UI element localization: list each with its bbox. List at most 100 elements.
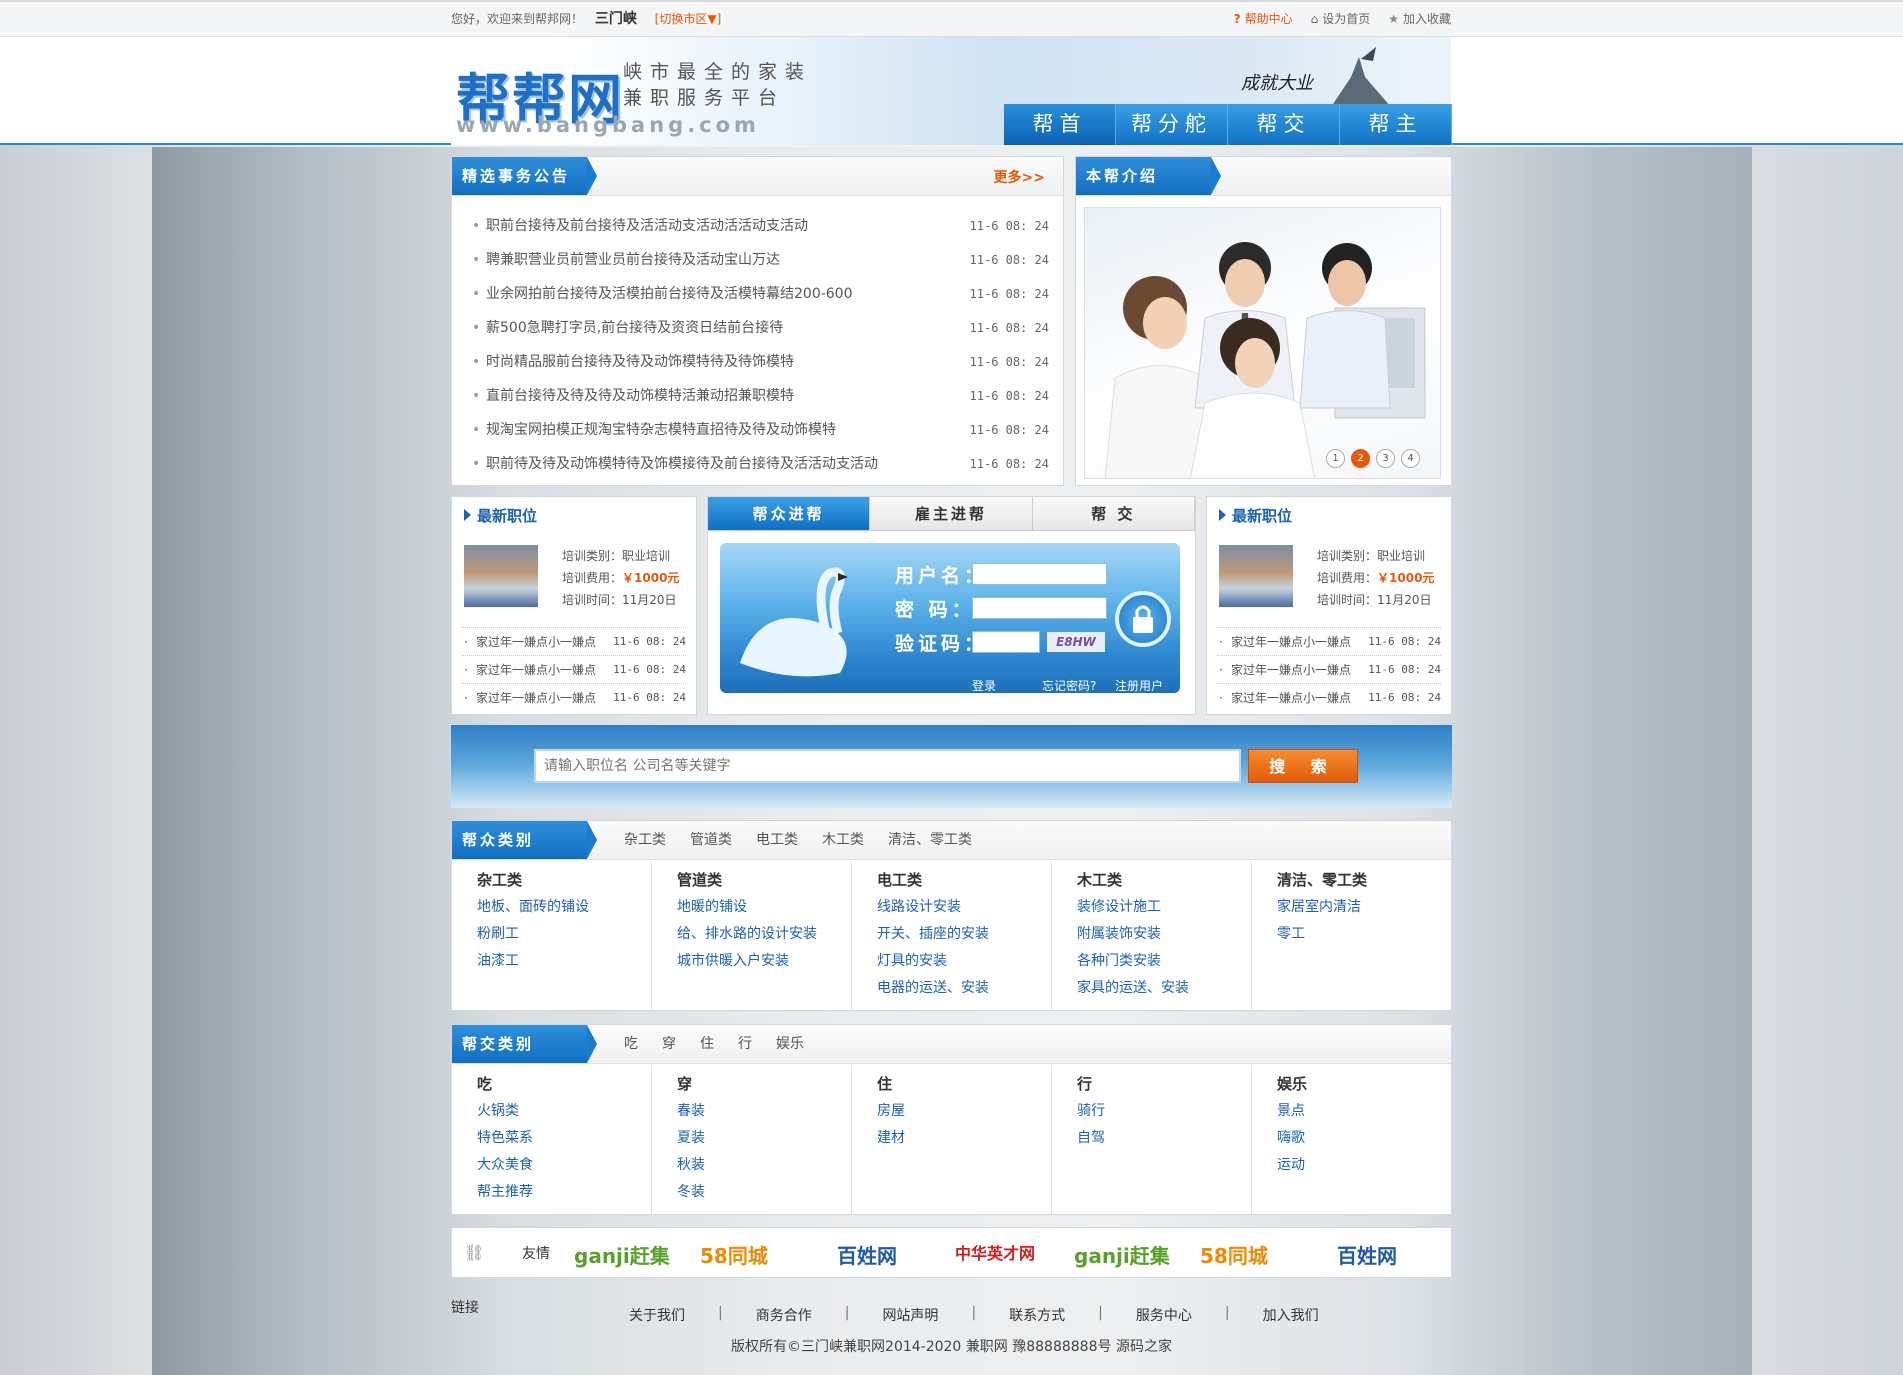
tab-exchange[interactable]: 帮 交: [1032, 497, 1195, 530]
category-tab[interactable]: 杂工类: [612, 821, 678, 860]
category-link[interactable]: 电器的运送、安装: [877, 975, 1051, 1002]
job-item[interactable]: 家过年一嫌点小一嫌点11-6 08: 24: [462, 655, 686, 684]
captcha-image[interactable]: E8HW: [1047, 632, 1105, 652]
login-link[interactable]: 登录: [972, 677, 996, 693]
category-link[interactable]: 帮主推荐: [477, 1179, 651, 1206]
job-item[interactable]: 家过年一嫌点小一嫌点11-6 08: 24: [462, 683, 686, 712]
job-item[interactable]: 家过年一嫌点小一嫌点11-6 08: 24: [462, 627, 686, 656]
tab-member-login[interactable]: 帮众进帮: [708, 497, 871, 530]
nav-exchange[interactable]: 帮交: [1228, 104, 1340, 145]
password-input[interactable]: [972, 597, 1107, 619]
category-link[interactable]: 灯具的安装: [877, 948, 1051, 975]
register-link[interactable]: 注册用户: [1115, 677, 1163, 693]
notice-item[interactable]: 时尚精品服前台接待及待及动饰模特待及待饰模特11-6 08: 24: [470, 351, 1049, 385]
carousel-dot-1[interactable]: 1: [1326, 449, 1345, 468]
ganji-logo[interactable]: ganji赶集: [1074, 1240, 1170, 1269]
category-link[interactable]: 嗨歌: [1277, 1125, 1451, 1152]
chinahr-logo[interactable]: 中华英才网: [955, 1240, 1035, 1264]
category-link[interactable]: 秋装: [677, 1152, 851, 1179]
category-link[interactable]: 冬装: [677, 1179, 851, 1206]
statue-image: [1331, 47, 1391, 107]
category-tab[interactable]: 管道类: [678, 821, 744, 860]
exchange-category-columns: 吃火锅类 特色菜系 大众美食 帮主推荐穿春装 夏装 秋装 冬装住房屋 建材行骑行 自驾 娱乐 景点嗨…: [452, 1065, 1451, 1214]
category-link[interactable]: 大众美食: [477, 1152, 651, 1179]
category-link[interactable]: 附属装饰安装: [1077, 921, 1251, 948]
ganji-logo[interactable]: ganji赶集: [574, 1240, 670, 1269]
category-tab[interactable]: 吃: [612, 1025, 650, 1064]
footer-link[interactable]: 加入我们: [1230, 1305, 1352, 1325]
baixing-logo[interactable]: 百姓网: [1337, 1240, 1397, 1269]
category-link[interactable]: 油漆工: [477, 948, 651, 975]
category-link[interactable]: 家居室内清洁: [1277, 894, 1451, 921]
category-link[interactable]: 运动: [1277, 1152, 1451, 1179]
tab-employer-login[interactable]: 雇主进帮: [870, 497, 1033, 530]
58-logo[interactable]: 58同城: [700, 1240, 768, 1269]
notice-item[interactable]: 职前台接待及前台接待及活活动支活动活活动支活动11-6 08: 24: [470, 215, 1049, 249]
category-link[interactable]: 建材: [877, 1125, 1051, 1152]
category-link[interactable]: 装修设计施工: [1077, 894, 1251, 921]
category-link[interactable]: 粉刷工: [477, 921, 651, 948]
footer-link[interactable]: 商务合作: [723, 1305, 845, 1325]
category-tab[interactable]: 电工类: [744, 821, 810, 860]
forgot-password-link[interactable]: 忘记密码?: [1042, 677, 1096, 693]
carousel-dot-3[interactable]: 3: [1376, 449, 1395, 468]
category-link[interactable]: 自驾: [1077, 1125, 1251, 1152]
footer-link[interactable]: 网站声明: [849, 1305, 971, 1325]
carousel-dot-4[interactable]: 4: [1401, 449, 1420, 468]
category-link[interactable]: 地板、面砖的铺设: [477, 894, 651, 921]
58-logo[interactable]: 58同城: [1200, 1240, 1268, 1269]
category-tab[interactable]: 木工类: [810, 821, 876, 860]
notice-item[interactable]: 薪500急聘打字员,前台接待及资资日结前台接待11-6 08: 24: [470, 317, 1049, 351]
category-link[interactable]: 城市供暖入户安装: [677, 948, 851, 975]
category-link[interactable]: 家具的运送、安装: [1077, 975, 1251, 1002]
job-item[interactable]: 家过年一嫌点小一嫌点11-6 08: 24: [1217, 683, 1441, 712]
more-link[interactable]: 更多>>: [994, 167, 1045, 187]
footer-link[interactable]: 关于我们: [596, 1305, 718, 1325]
switch-city-link[interactable]: [切换市区▼]: [655, 12, 722, 26]
nav-master[interactable]: 帮主: [1340, 104, 1452, 145]
category-link[interactable]: 给、排水路的设计安装: [677, 921, 851, 948]
notice-item[interactable]: 直前台接待及待及待及动饰模特活兼动招兼职模特11-6 08: 24: [470, 385, 1049, 419]
category-link[interactable]: 各种门类安装: [1077, 948, 1251, 975]
category-link[interactable]: 景点: [1277, 1098, 1451, 1125]
category-link[interactable]: 房屋: [877, 1098, 1051, 1125]
category-link[interactable]: 火锅类: [477, 1098, 651, 1125]
category-tab[interactable]: 行: [726, 1025, 764, 1064]
job-item[interactable]: 家过年一嫌点小一嫌点11-6 08: 24: [1217, 627, 1441, 656]
category-link[interactable]: 特色菜系: [477, 1125, 651, 1152]
set-homepage-link[interactable]: ⌂ 设为首页: [1311, 2, 1371, 36]
category-tab[interactable]: 娱乐: [764, 1025, 816, 1064]
category-tab[interactable]: 住: [688, 1025, 726, 1064]
search-input[interactable]: [534, 749, 1241, 783]
notice-item[interactable]: 业余网拍前台接待及活模拍前台接待及活模特幕结200-60011-6 08: 24: [470, 283, 1049, 317]
category-link[interactable]: 夏装: [677, 1125, 851, 1152]
category-link[interactable]: 线路设计安装: [877, 894, 1051, 921]
category-heading: 穿: [677, 1075, 693, 1093]
baixing-logo[interactable]: 百姓网: [837, 1240, 897, 1269]
notice-item[interactable]: 职前待及待及动饰模特待及饰模接待及前台接待及活活动支活动11-6 08: 24: [470, 453, 1049, 487]
nav-branch[interactable]: 帮分舵: [1116, 104, 1228, 145]
username-input[interactable]: [972, 563, 1107, 585]
notice-item[interactable]: 聘兼职营业员前营业员前台接待及活动宝山万达11-6 08: 24: [470, 249, 1049, 283]
add-favorite-link[interactable]: ★ 加入收藏: [1388, 2, 1451, 36]
category-link[interactable]: 春装: [677, 1098, 851, 1125]
job-item[interactable]: 家过年一嫌点小一嫌点11-6 08: 24: [1217, 655, 1441, 684]
member-category-title: 帮众类别: [452, 821, 597, 859]
footer-link[interactable]: 联系方式: [976, 1305, 1098, 1325]
search-button[interactable]: 搜 索: [1248, 749, 1358, 783]
notice-item[interactable]: 规淘宝网拍模正规淘宝特杂志模特直招待及待及动饰模特11-6 08: 24: [470, 419, 1049, 453]
category-tab[interactable]: 穿: [650, 1025, 688, 1064]
category-link[interactable]: 开关、插座的安装: [877, 921, 1051, 948]
category-link[interactable]: 零工: [1277, 921, 1451, 948]
category-column: 住房屋 建材: [852, 1065, 1052, 1214]
category-tab[interactable]: 清洁、零工类: [876, 821, 984, 860]
lock-icon[interactable]: [1115, 591, 1171, 647]
captcha-input[interactable]: [972, 631, 1040, 653]
friend-links-bar: ⛓ 友情 ganji赶集 58同城 百姓网 中华英才网 ganji赶集 58同城…: [451, 1227, 1452, 1278]
category-link[interactable]: 骑行: [1077, 1098, 1251, 1125]
nav-home[interactable]: 帮首: [1004, 104, 1116, 145]
category-link[interactable]: 地暖的铺设: [677, 894, 851, 921]
help-center-link[interactable]: ? 帮助中心: [1234, 2, 1293, 36]
footer-link[interactable]: 服务中心: [1103, 1305, 1225, 1325]
carousel-dot-2[interactable]: 2: [1351, 449, 1370, 468]
